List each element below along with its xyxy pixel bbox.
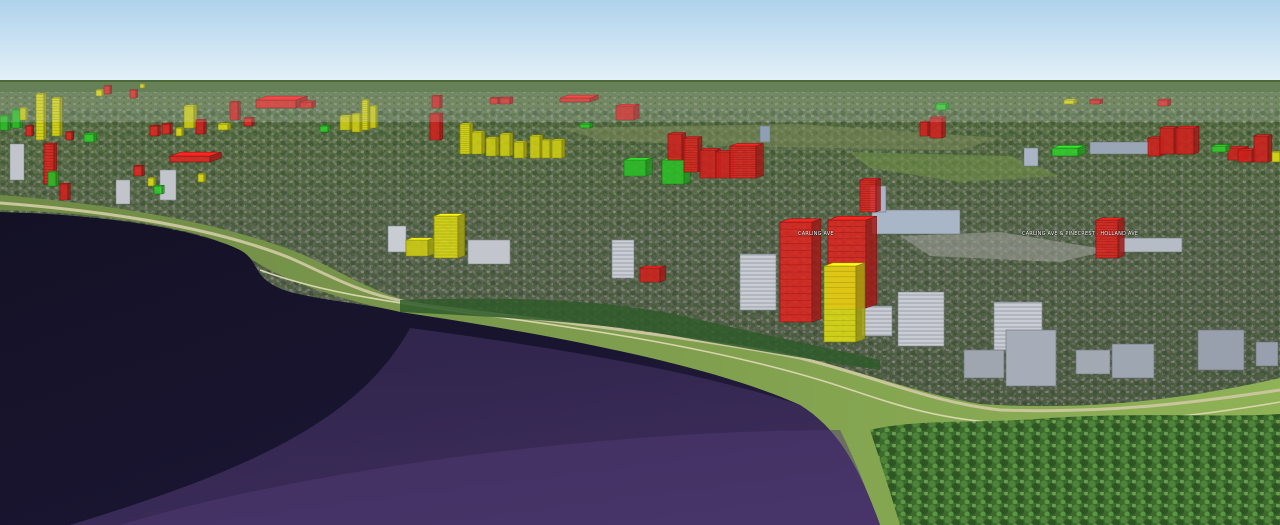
tower-yellow[interactable] (405, 237, 435, 257)
tower-green[interactable] (153, 184, 165, 195)
tower-green[interactable] (47, 170, 59, 187)
tower-yellow[interactable] (485, 136, 500, 157)
tower-green[interactable] (1051, 145, 1086, 157)
tower-yellow[interactable] (197, 173, 206, 183)
tower-red[interactable] (1159, 126, 1179, 155)
tower-green[interactable] (1211, 144, 1231, 153)
tower-red[interactable] (59, 182, 71, 201)
tower-red[interactable] (919, 120, 931, 137)
tower-red[interactable] (639, 265, 666, 283)
forest (870, 414, 1280, 525)
tower-yellow[interactable] (459, 122, 474, 155)
tower-red[interactable] (1237, 148, 1257, 163)
tower-yellow[interactable] (541, 138, 553, 159)
tower-yellow[interactable] (217, 122, 232, 131)
tower-red[interactable] (161, 122, 173, 135)
tower-red[interactable] (65, 131, 74, 141)
tower-yellow[interactable] (1271, 150, 1280, 163)
tower-red[interactable] (859, 178, 881, 213)
tower-yellow[interactable] (551, 138, 566, 159)
tower-red[interactable] (1253, 134, 1273, 163)
tower-red[interactable] (1095, 217, 1125, 259)
tower-red[interactable] (729, 143, 764, 179)
tower-green[interactable] (319, 124, 331, 133)
tower-yellow[interactable] (175, 127, 184, 137)
street-label[interactable]: CARLING AVE & PINECREST · HOLLAND AVE (1022, 231, 1138, 237)
tower-yellow[interactable] (433, 213, 465, 259)
tower-red[interactable] (667, 132, 687, 161)
street-label[interactable]: CARLING AVE (798, 231, 834, 237)
tower-red[interactable] (25, 125, 34, 137)
tower-green[interactable] (83, 132, 98, 143)
tower-red[interactable] (149, 124, 161, 137)
tower-yellow[interactable] (499, 132, 514, 157)
tower-yellow[interactable] (147, 177, 156, 187)
tower-yellow[interactable] (513, 140, 528, 159)
tower-red[interactable] (1175, 125, 1200, 155)
map-viewport[interactable]: CARLING AVE CARLING AVE & PINECREST · HO… (0, 0, 1280, 525)
tower-yellow[interactable] (471, 130, 486, 155)
tower-red[interactable] (169, 151, 222, 163)
sky (0, 0, 1280, 84)
tower-red[interactable] (683, 136, 703, 173)
tower-green[interactable] (623, 157, 653, 177)
tower-red[interactable] (133, 164, 145, 177)
tower-green[interactable] (579, 122, 594, 129)
tower-yellow[interactable] (529, 134, 544, 159)
atmospheric-haze (0, 82, 1280, 122)
aerial-3d-scene[interactable] (0, 0, 1280, 525)
tower-yellow[interactable] (823, 262, 866, 343)
